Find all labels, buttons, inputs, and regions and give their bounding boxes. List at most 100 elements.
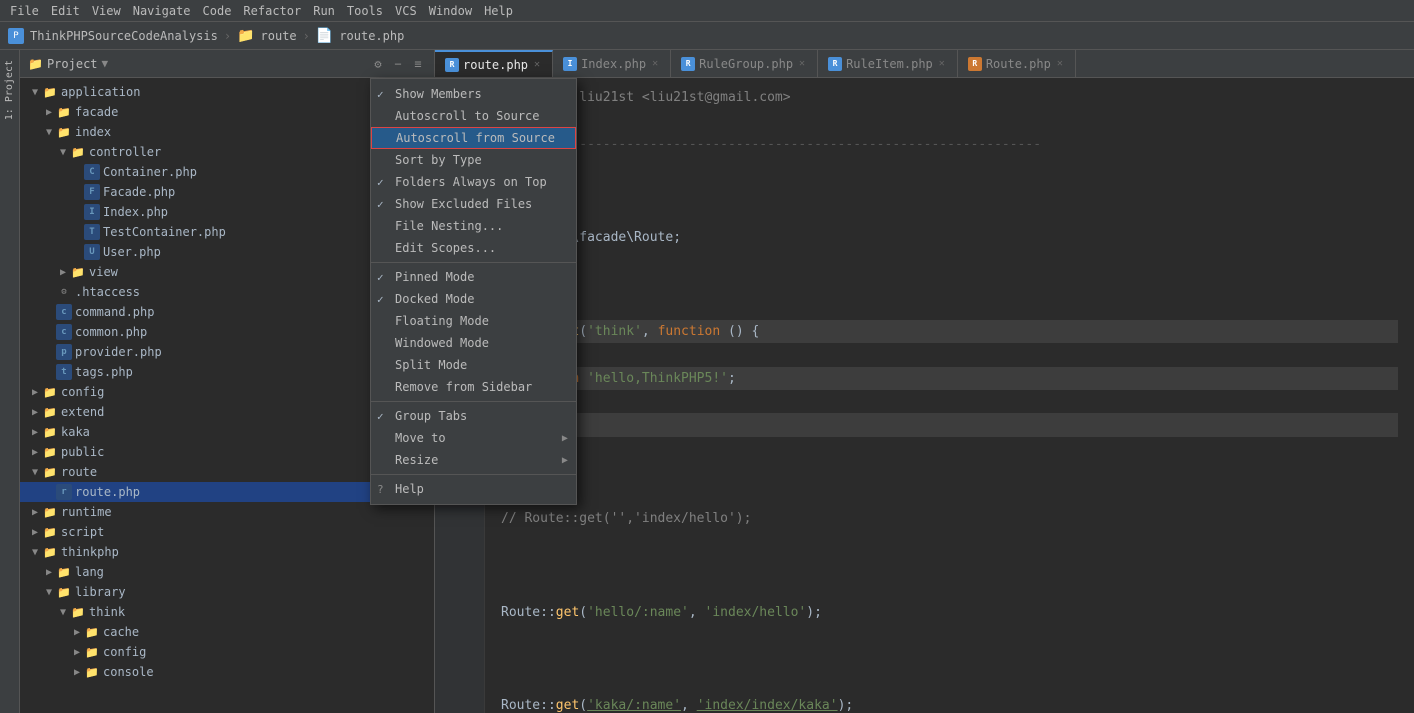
icon-htaccess: ⚙ bbox=[56, 284, 72, 300]
folder-icon-library: 📁 bbox=[56, 584, 72, 600]
tree-label-container: Container.php bbox=[103, 165, 197, 179]
tab-icon-routeclassphp: R bbox=[968, 57, 982, 71]
menu-item-file-nesting[interactable]: File Nesting... bbox=[371, 215, 576, 237]
tab-routephp[interactable]: R route.php ✕ bbox=[435, 50, 553, 77]
tab-close-rulegroup[interactable]: ✕ bbox=[797, 57, 807, 70]
settings-icon[interactable]: ≡ bbox=[410, 56, 426, 72]
menu-item-show-excluded[interactable]: ✓ Show Excluded Files bbox=[371, 193, 576, 215]
tree-item-think[interactable]: ▼ 📁 think bbox=[20, 602, 434, 622]
menu-item-autoscroll-to[interactable]: Autoscroll to Source bbox=[371, 105, 576, 127]
menu-refactor[interactable]: Refactor bbox=[237, 2, 307, 20]
separator-2 bbox=[371, 401, 576, 402]
menu-item-show-members[interactable]: ✓ Show Members bbox=[371, 83, 576, 105]
menu-code[interactable]: Code bbox=[197, 2, 238, 20]
tab-close-routephp[interactable]: ✕ bbox=[532, 58, 542, 71]
label-windowed-mode: Windowed Mode bbox=[395, 336, 489, 350]
str-hello-name: 'hello/:name' bbox=[587, 605, 689, 620]
side-icons: 1: Project bbox=[0, 50, 20, 713]
menu-edit[interactable]: Edit bbox=[45, 2, 86, 20]
tab-close-routeclassphp[interactable]: ✕ bbox=[1055, 57, 1065, 70]
folder-icon-kaka: 📁 bbox=[42, 424, 58, 440]
menu-view[interactable]: View bbox=[86, 2, 127, 20]
tab-rulegroup[interactable]: R RuleGroup.php ✕ bbox=[671, 50, 818, 77]
menu-item-folders-on-top[interactable]: ✓ Folders Always on Top bbox=[371, 171, 576, 193]
gear-icon[interactable]: ⚙ bbox=[370, 56, 386, 72]
menu-item-pinned-mode[interactable]: ✓ Pinned Mode bbox=[371, 266, 576, 288]
menu-tools[interactable]: Tools bbox=[341, 2, 389, 20]
tree-item-thinkphp[interactable]: ▼ 📁 thinkphp bbox=[20, 542, 434, 562]
tree-label-command: command.php bbox=[75, 305, 154, 319]
menu-item-help[interactable]: ? Help bbox=[371, 478, 576, 500]
folder-icon-config: 📁 bbox=[42, 384, 58, 400]
project-icon: P bbox=[8, 28, 24, 44]
panel-header: 📁 Project ▼ ⚙ − ≡ bbox=[20, 50, 434, 78]
menu-item-docked-mode[interactable]: ✓ Docked Mode bbox=[371, 288, 576, 310]
separator-3 bbox=[371, 474, 576, 475]
collapse-icon[interactable]: − bbox=[390, 56, 406, 72]
menu-item-remove-sidebar[interactable]: Remove from Sidebar bbox=[371, 376, 576, 398]
php-icon-command: c bbox=[56, 304, 72, 320]
menu-run[interactable]: Run bbox=[307, 2, 341, 20]
tree-item-library[interactable]: ▼ 📁 library bbox=[20, 582, 434, 602]
tree-label-route: route bbox=[61, 465, 97, 479]
menu-item-split-mode[interactable]: Split Mode bbox=[371, 354, 576, 376]
label-split-mode: Split Mode bbox=[395, 358, 467, 372]
label-docked-mode: Docked Mode bbox=[395, 292, 474, 306]
breadcrumb-folder[interactable]: route bbox=[261, 29, 297, 43]
label-group-tabs: Group Tabs bbox=[395, 409, 467, 423]
tree-item-runtime[interactable]: ▶ 📁 runtime bbox=[20, 502, 434, 522]
menu-item-floating-mode[interactable]: Floating Mode bbox=[371, 310, 576, 332]
tree-item-console[interactable]: ▶ 📁 console bbox=[20, 662, 434, 682]
tab-icon-routephp: R bbox=[445, 58, 459, 72]
panel-dropdown-arrow[interactable]: ▼ bbox=[102, 57, 109, 70]
menu-file[interactable]: File bbox=[4, 2, 45, 20]
menu-vcs[interactable]: VCS bbox=[389, 2, 423, 20]
menu-item-move-to[interactable]: Move to ▶ bbox=[371, 427, 576, 449]
tree-item-script[interactable]: ▶ 📁 script bbox=[20, 522, 434, 542]
label-edit-scopes: Edit Scopes... bbox=[395, 241, 496, 255]
code-content[interactable]: * Author: liu21st <liu21st@gmail.com> * … bbox=[485, 78, 1414, 713]
tree-label-kaka: kaka bbox=[61, 425, 90, 439]
menu-item-windowed-mode[interactable]: Windowed Mode bbox=[371, 332, 576, 354]
php-icon-routephp: r bbox=[56, 484, 72, 500]
folder-icon-route: 📁 bbox=[42, 464, 58, 480]
label-file-nesting: File Nesting... bbox=[395, 219, 503, 233]
tab-close-ruleitem[interactable]: ✕ bbox=[937, 57, 947, 70]
arrow-extend: ▶ bbox=[28, 407, 42, 418]
breadcrumb-file[interactable]: route.php bbox=[339, 29, 404, 43]
check-pinned-mode: ✓ bbox=[377, 271, 384, 284]
sidebar-project-label[interactable]: 1: Project bbox=[2, 54, 17, 126]
tree-item-cache[interactable]: ▶ 📁 cache bbox=[20, 622, 434, 642]
menu-navigate[interactable]: Navigate bbox=[127, 2, 197, 20]
label-pinned-mode: Pinned Mode bbox=[395, 270, 474, 284]
arrow-controller: ▼ bbox=[56, 147, 70, 158]
tree-label-console: console bbox=[103, 665, 154, 679]
tab-icon-indexphp: I bbox=[563, 57, 577, 71]
route-method2: get bbox=[556, 605, 579, 620]
menu-item-autoscroll-from[interactable]: Autoscroll from Source bbox=[371, 127, 576, 149]
arrow-view: ▶ bbox=[56, 267, 70, 278]
tree-item-config2[interactable]: ▶ 📁 config bbox=[20, 642, 434, 662]
panel-title: 📁 Project ▼ bbox=[28, 57, 108, 71]
menu-item-group-tabs[interactable]: ✓ Group Tabs bbox=[371, 405, 576, 427]
tree-label-index: index bbox=[75, 125, 111, 139]
tree-label-runtime: runtime bbox=[61, 505, 112, 519]
menu-item-resize[interactable]: Resize ▶ bbox=[371, 449, 576, 471]
tab-routeclassphp[interactable]: R Route.php ✕ bbox=[958, 50, 1076, 77]
breadcrumb-project[interactable]: ThinkPHPSourceCodeAnalysis bbox=[30, 29, 218, 43]
str-index-hello: 'index/hello' bbox=[705, 605, 807, 620]
menu-help[interactable]: Help bbox=[478, 2, 519, 20]
arrow-public: ▶ bbox=[28, 447, 42, 458]
tab-close-indexphp[interactable]: ✕ bbox=[650, 57, 660, 70]
code-editor[interactable]: 19 20 21 22 23 24 25 26 * Author: liu21s… bbox=[435, 78, 1414, 713]
menu-item-edit-scopes[interactable]: Edit Scopes... bbox=[371, 237, 576, 259]
menu-item-sort-by-type[interactable]: Sort by Type bbox=[371, 149, 576, 171]
menu-window[interactable]: Window bbox=[423, 2, 478, 20]
label-show-excluded: Show Excluded Files bbox=[395, 197, 532, 211]
question-help: ? bbox=[377, 483, 384, 496]
tree-item-lang[interactable]: ▶ 📁 lang bbox=[20, 562, 434, 582]
tab-ruleitem[interactable]: R RuleItem.php ✕ bbox=[818, 50, 958, 77]
tree-label-user: User.php bbox=[103, 245, 161, 259]
tab-indexphp[interactable]: I Index.php ✕ bbox=[553, 50, 671, 77]
label-move-to: Move to bbox=[395, 431, 446, 445]
